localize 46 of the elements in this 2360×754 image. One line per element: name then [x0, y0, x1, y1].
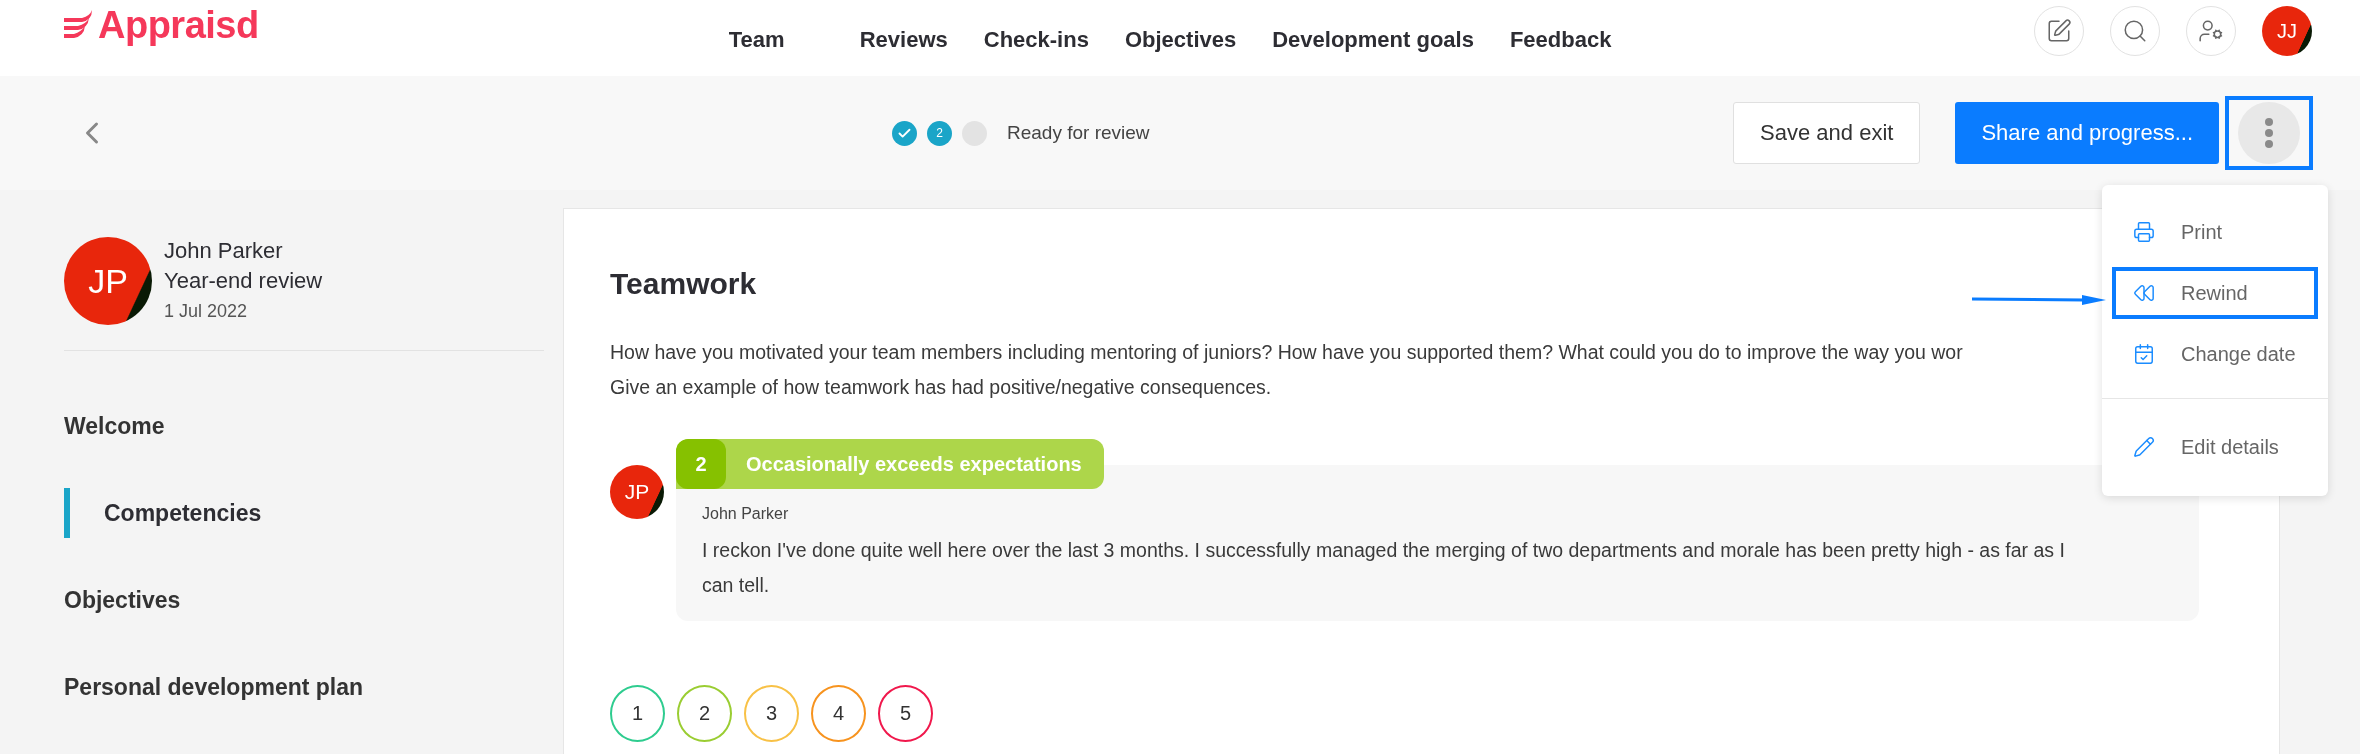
review-name: Year-end review [164, 267, 323, 295]
comment-author: John Parker [702, 505, 790, 523]
share-button[interactable]: Share and progress... [1955, 102, 2219, 164]
author-avatar: JP [610, 465, 664, 519]
section-link[interactable]: Personal development plan [64, 662, 563, 712]
question-text: How have you motivated your team members including mentoring of juniors? How have you supported them? What could you do to improve the way you wor [610, 340, 1963, 365]
menu-item[interactable]: Change date [2112, 324, 2318, 384]
section-link[interactable]: Welcome [64, 401, 563, 451]
progress-step: 2 [927, 120, 952, 146]
nav-link[interactable]: Feedback [1491, 27, 1630, 53]
rating-option[interactable]: 3 [744, 685, 799, 742]
search-icon [2122, 18, 2148, 44]
save-button[interactable]: Save and exit [1733, 102, 1921, 164]
review-date: 1 Jul 2022 [164, 300, 249, 323]
question-text: Give an example of how teamwork has had positive/negative consequences. [610, 375, 1272, 400]
rating-option[interactable]: 2 [677, 685, 732, 742]
user-gear-icon [2198, 18, 2224, 44]
pencil-icon [2133, 436, 2155, 458]
nav-link[interactable]: Check-ins [965, 27, 1107, 53]
step-label: Ready for review [1007, 122, 1150, 144]
nav-link[interactable]: Development goals [1254, 27, 1492, 53]
user-avatar[interactable]: JJ [2262, 6, 2312, 56]
nav-link[interactable]: Team [710, 27, 842, 53]
edit-icon [2046, 18, 2072, 44]
rating-label: Occasionally exceeds expectations [746, 452, 1083, 476]
brand-name: Appraisd [98, 3, 259, 47]
rating-option[interactable]: 5 [878, 685, 933, 742]
question-title: Teamwork [610, 267, 757, 301]
rating-option[interactable]: 4 [811, 685, 866, 742]
nav-link[interactable]: Objectives [1106, 27, 1255, 53]
menu-item[interactable]: Edit details [2112, 417, 2318, 477]
profile-avatar: JP [64, 237, 152, 325]
search-button[interactable] [2110, 6, 2160, 56]
menu-item[interactable]: Print [2112, 202, 2318, 262]
user-gear-button[interactable] [2186, 6, 2236, 56]
rating-option[interactable]: 1 [610, 685, 665, 742]
nav-link[interactable]: Reviews [841, 27, 966, 53]
comment-text: I reckon I've done quite well here over the last 3 months. I successfully managed the merging of two departments and morale has been pretty high - as far as I can tell. [702, 538, 2066, 598]
rating-number: 2 [676, 439, 726, 489]
menu-item[interactable]: Rewind [2112, 267, 2318, 319]
section-link[interactable]: Objectives [64, 575, 563, 625]
person-name: John Parker [164, 237, 284, 265]
rewind-icon [2133, 282, 2155, 304]
calendar-icon [2133, 343, 2155, 365]
edit-button[interactable] [2034, 6, 2084, 56]
print-icon [2133, 221, 2155, 243]
